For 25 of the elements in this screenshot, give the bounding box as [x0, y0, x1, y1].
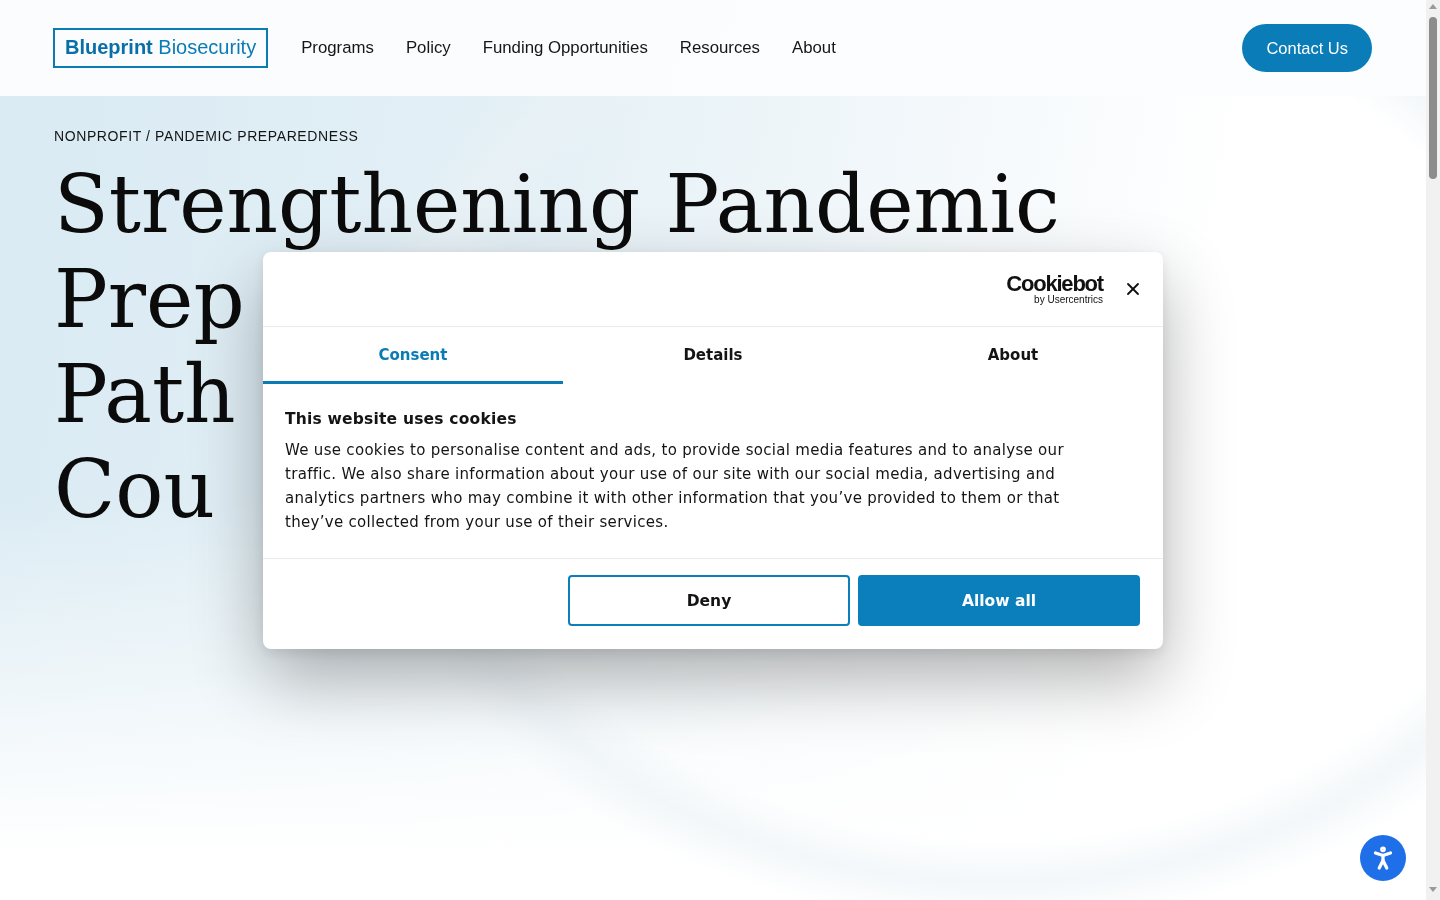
nav-link[interactable]: Resources	[679, 38, 760, 58]
nav-link[interactable]: About	[792, 38, 836, 58]
cookiebot-wordmark: Cookiebot	[1006, 273, 1103, 295]
cookiebot-byline: by Usercentrics	[1034, 295, 1103, 305]
allow-button[interactable]: Allow all	[858, 575, 1140, 626]
dialog-tab[interactable]: About	[863, 327, 1163, 384]
dialog-tab[interactable]: Consent	[263, 327, 563, 384]
hero-heading-line: Prep	[54, 252, 245, 347]
nav-link[interactable]: Policy	[405, 38, 451, 58]
hero-heading-line: Strengthening Pandemic	[54, 157, 1060, 252]
hero-heading-line: Cou	[54, 442, 215, 537]
scrollbar[interactable]	[1426, 0, 1440, 900]
contact-button[interactable]: Contact Us	[1242, 24, 1372, 72]
nav-link[interactable]: Programs	[301, 38, 374, 58]
hero-heading-line: Path	[54, 347, 236, 442]
dialog-text: We use cookies to personalise content and ads, to provide social media features and to analyse our traffic. We also share information about your use of our site with our social media, advertising and analytics partners who may combine it with other information that you’ve provided to them or that they’ve collected from your use of their services.	[285, 440, 1065, 533]
dialog-title: This website uses cookies	[285, 409, 518, 429]
nav-link[interactable]: Funding Opportunities	[482, 38, 648, 58]
eyebrow-label: NONPROFIT / PANDEMIC PREPAREDNESS	[54, 127, 359, 145]
scroll-up-icon[interactable]	[1429, 4, 1437, 9]
deny-button[interactable]: Deny	[568, 575, 850, 626]
accessibility-button[interactable]	[1360, 835, 1406, 881]
logo[interactable]: Blueprint Biosecurity	[53, 28, 269, 68]
scroll-down-icon[interactable]	[1429, 887, 1437, 892]
scroll-thumb[interactable]	[1429, 17, 1437, 179]
